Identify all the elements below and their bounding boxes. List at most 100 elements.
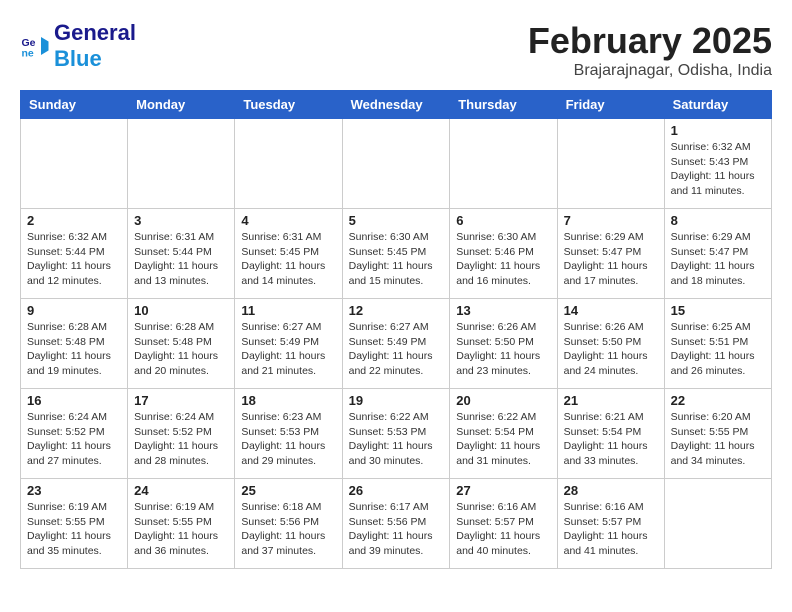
day-info: Sunrise: 6:29 AM Sunset: 5:47 PM Dayligh…	[671, 230, 765, 289]
calendar-cell	[235, 119, 342, 209]
day-info: Sunrise: 6:22 AM Sunset: 5:54 PM Dayligh…	[456, 410, 550, 469]
day-number: 5	[349, 213, 444, 228]
day-number: 27	[456, 483, 550, 498]
day-info: Sunrise: 6:23 AM Sunset: 5:53 PM Dayligh…	[241, 410, 335, 469]
day-number: 25	[241, 483, 335, 498]
weekday-header: Friday	[557, 91, 664, 119]
weekday-header-row: SundayMondayTuesdayWednesdayThursdayFrid…	[21, 91, 772, 119]
day-number: 14	[564, 303, 658, 318]
calendar-cell: 10 Sunrise: 6:28 AM Sunset: 5:48 PM Dayli…	[128, 299, 235, 389]
day-info: Sunrise: 6:19 AM Sunset: 5:55 PM Dayligh…	[134, 500, 228, 559]
calendar-cell: 3 Sunrise: 6:31 AM Sunset: 5:44 PM Daylig…	[128, 209, 235, 299]
svg-text:ne: ne	[22, 48, 34, 60]
day-number: 2	[27, 213, 121, 228]
calendar-cell: 23 Sunrise: 6:19 AM Sunset: 5:55 PM Dayli…	[21, 479, 128, 569]
calendar-title: February 2025	[528, 20, 772, 62]
calendar-cell: 8 Sunrise: 6:29 AM Sunset: 5:47 PM Daylig…	[664, 209, 771, 299]
calendar-cell: 26Sunrise: 6:17 AM Sunset: 5:56 PM Dayli…	[342, 479, 450, 569]
calendar-cell	[21, 119, 128, 209]
calendar-cell: 4 Sunrise: 6:31 AM Sunset: 5:45 PM Daylig…	[235, 209, 342, 299]
day-number: 12	[349, 303, 444, 318]
week-row-4: 16 Sunrise: 6:24 AM Sunset: 5:52 PM Dayli…	[21, 389, 772, 479]
day-number: 16	[27, 393, 121, 408]
day-number: 20	[456, 393, 550, 408]
weekday-header: Thursday	[450, 91, 557, 119]
calendar-cell: 22 Sunrise: 6:20 AM Sunset: 5:55 PM Dayli…	[664, 389, 771, 479]
calendar-cell: 24Sunrise: 6:19 AM Sunset: 5:55 PM Dayli…	[128, 479, 235, 569]
calendar-cell	[664, 479, 771, 569]
day-number: 13	[456, 303, 550, 318]
calendar-cell	[450, 119, 557, 209]
day-info: Sunrise: 6:21 AM Sunset: 5:54 PM Dayligh…	[564, 410, 658, 469]
day-number: 8	[671, 213, 765, 228]
day-info: Sunrise: 6:27 AM Sunset: 5:49 PM Dayligh…	[349, 320, 444, 379]
calendar-cell: 13 Sunrise: 6:26 AM Sunset: 5:50 PM Dayli…	[450, 299, 557, 389]
calendar-cell	[557, 119, 664, 209]
day-number: 19	[349, 393, 444, 408]
day-info: Sunrise: 6:31 AM Sunset: 5:45 PM Dayligh…	[241, 230, 335, 289]
day-number: 17	[134, 393, 228, 408]
calendar-cell: 19 Sunrise: 6:22 AM Sunset: 5:53 PM Dayli…	[342, 389, 450, 479]
logo-icon: Ge ne	[20, 31, 50, 61]
calendar-subtitle: Brajarajnagar, Odisha, India	[528, 62, 772, 80]
day-info: Sunrise: 6:31 AM Sunset: 5:44 PM Dayligh…	[134, 230, 228, 289]
day-number: 23	[27, 483, 121, 498]
calendar-cell: 2Sunrise: 6:32 AM Sunset: 5:44 PM Daylig…	[21, 209, 128, 299]
day-number: 26	[349, 483, 444, 498]
title-block: February 2025 Brajarajnagar, Odisha, Ind…	[528, 20, 772, 80]
calendar-cell: 15 Sunrise: 6:25 AM Sunset: 5:51 PM Dayli…	[664, 299, 771, 389]
weekday-header: Wednesday	[342, 91, 450, 119]
day-number: 18	[241, 393, 335, 408]
day-info: Sunrise: 6:27 AM Sunset: 5:49 PM Dayligh…	[241, 320, 335, 379]
weekday-header: Saturday	[664, 91, 771, 119]
day-number: 9	[27, 303, 121, 318]
day-number: 15	[671, 303, 765, 318]
calendar-cell	[342, 119, 450, 209]
day-info: Sunrise: 6:24 AM Sunset: 5:52 PM Dayligh…	[134, 410, 228, 469]
week-row-3: 9 Sunrise: 6:28 AM Sunset: 5:48 PM Daylig…	[21, 299, 772, 389]
day-info: Sunrise: 6:18 AM Sunset: 5:56 PM Dayligh…	[241, 500, 335, 559]
week-row-5: 23 Sunrise: 6:19 AM Sunset: 5:55 PM Dayli…	[21, 479, 772, 569]
day-info: Sunrise: 6:16 AM Sunset: 5:57 PM Dayligh…	[456, 500, 550, 559]
day-info: Sunrise: 6:20 AM Sunset: 5:55 PM Dayligh…	[671, 410, 765, 469]
day-info: Sunrise: 6:26 AM Sunset: 5:50 PM Dayligh…	[456, 320, 550, 379]
day-info: Sunrise: 6:25 AM Sunset: 5:51 PM Dayligh…	[671, 320, 765, 379]
calendar-cell: 1Sunrise: 6:32 AM Sunset: 5:43 PM Daylig…	[664, 119, 771, 209]
day-info: Sunrise: 6:16 AM Sunset: 5:57 PM Dayligh…	[564, 500, 658, 559]
calendar-cell: 12 Sunrise: 6:27 AM Sunset: 5:49 PM Dayli…	[342, 299, 450, 389]
day-number: 21	[564, 393, 658, 408]
calendar-table: SundayMondayTuesdayWednesdayThursdayFrid…	[20, 90, 772, 569]
day-number: 6	[456, 213, 550, 228]
day-info: Sunrise: 6:30 AM Sunset: 5:46 PM Dayligh…	[456, 230, 550, 289]
day-number: 22	[671, 393, 765, 408]
day-info: Sunrise: 6:28 AM Sunset: 5:48 PM Dayligh…	[134, 320, 228, 379]
day-info: Sunrise: 6:30 AM Sunset: 5:45 PM Dayligh…	[349, 230, 444, 289]
weekday-header: Monday	[128, 91, 235, 119]
logo-blue-text: Blue	[54, 46, 102, 71]
day-number: 1	[671, 123, 765, 138]
calendar-cell: 11 Sunrise: 6:27 AM Sunset: 5:49 PM Dayli…	[235, 299, 342, 389]
day-info: Sunrise: 6:24 AM Sunset: 5:52 PM Dayligh…	[27, 410, 121, 469]
day-info: Sunrise: 6:28 AM Sunset: 5:48 PM Dayligh…	[27, 320, 121, 379]
day-info: Sunrise: 6:19 AM Sunset: 5:55 PM Dayligh…	[27, 500, 121, 559]
day-number: 28	[564, 483, 658, 498]
day-info: Sunrise: 6:29 AM Sunset: 5:47 PM Dayligh…	[564, 230, 658, 289]
day-number: 7	[564, 213, 658, 228]
page-header: Ge ne General Blue February 2025 Brajara…	[20, 20, 772, 80]
calendar-cell: 14Sunrise: 6:26 AM Sunset: 5:50 PM Dayli…	[557, 299, 664, 389]
calendar-cell: 21 Sunrise: 6:21 AM Sunset: 5:54 PM Dayli…	[557, 389, 664, 479]
day-number: 10	[134, 303, 228, 318]
calendar-cell: 5 Sunrise: 6:30 AM Sunset: 5:45 PM Daylig…	[342, 209, 450, 299]
calendar-cell: 7 Sunrise: 6:29 AM Sunset: 5:47 PM Daylig…	[557, 209, 664, 299]
day-number: 3	[134, 213, 228, 228]
calendar-cell: 6 Sunrise: 6:30 AM Sunset: 5:46 PM Daylig…	[450, 209, 557, 299]
week-row-2: 2Sunrise: 6:32 AM Sunset: 5:44 PM Daylig…	[21, 209, 772, 299]
calendar-cell: 20 Sunrise: 6:22 AM Sunset: 5:54 PM Dayli…	[450, 389, 557, 479]
day-info: Sunrise: 6:22 AM Sunset: 5:53 PM Dayligh…	[349, 410, 444, 469]
week-row-1: 1Sunrise: 6:32 AM Sunset: 5:43 PM Daylig…	[21, 119, 772, 209]
calendar-cell	[128, 119, 235, 209]
calendar-cell: 9 Sunrise: 6:28 AM Sunset: 5:48 PM Daylig…	[21, 299, 128, 389]
weekday-header: Sunday	[21, 91, 128, 119]
day-number: 11	[241, 303, 335, 318]
day-number: 4	[241, 213, 335, 228]
